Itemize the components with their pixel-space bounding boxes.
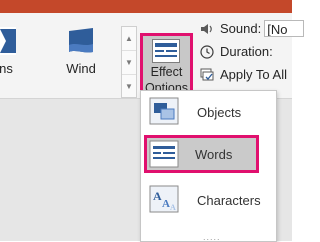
apply-to-all-button[interactable]: Apply To All	[200, 67, 287, 82]
menu-item-objects[interactable]: Objects	[141, 91, 276, 133]
clock-icon	[200, 44, 214, 59]
scroll-down-button[interactable]: ▼	[122, 50, 136, 74]
objects-icon	[149, 97, 179, 125]
menu-item-label: Words	[195, 146, 233, 162]
sound-dropdown[interactable]: [No	[264, 20, 305, 37]
gallery-item-label: Wind	[66, 61, 96, 76]
wind-effect-icon	[69, 28, 93, 53]
title-bar	[0, 0, 292, 13]
svg-text:A: A	[162, 198, 170, 210]
menu-item-words[interactable]: Words	[144, 135, 259, 173]
duration-row: Duration:	[200, 44, 273, 59]
menu-item-characters[interactable]: A A A Characters	[141, 179, 276, 221]
gallery-more-button[interactable]: ▼	[122, 74, 136, 98]
shape-effect-icon	[0, 27, 16, 55]
apply-to-all-icon	[200, 68, 214, 80]
words-icon	[149, 140, 179, 168]
sound-label: Sound:	[220, 21, 262, 36]
sound-row: Sound: [No	[200, 20, 305, 37]
effect-options-label-line1: Effect	[150, 65, 183, 79]
effect-options-icon	[152, 39, 180, 63]
svg-text:A: A	[153, 189, 162, 203]
svg-text:A: A	[170, 203, 176, 212]
characters-icon: A A A	[149, 185, 179, 213]
gallery-item-label: ains	[0, 61, 13, 76]
duration-label: Duration:	[220, 44, 273, 59]
scroll-up-button[interactable]: ▲	[122, 27, 136, 50]
gallery-item-wind[interactable]: Wind	[66, 27, 96, 76]
menu-item-label: Characters	[197, 192, 261, 208]
ribbon: ains Wind ▲ ▼ ▼ Effect Options ▾ Sound: …	[0, 13, 305, 109]
sound-icon	[201, 23, 212, 34]
gallery-scroll: ▲ ▼ ▼	[121, 26, 137, 98]
menu-item-label: Objects	[197, 104, 242, 120]
gallery-item-shape[interactable]: ains	[0, 27, 16, 76]
apply-to-all-label: Apply To All	[220, 67, 287, 82]
effect-options-menu: Objects Words A A A Characters .....	[140, 90, 277, 242]
